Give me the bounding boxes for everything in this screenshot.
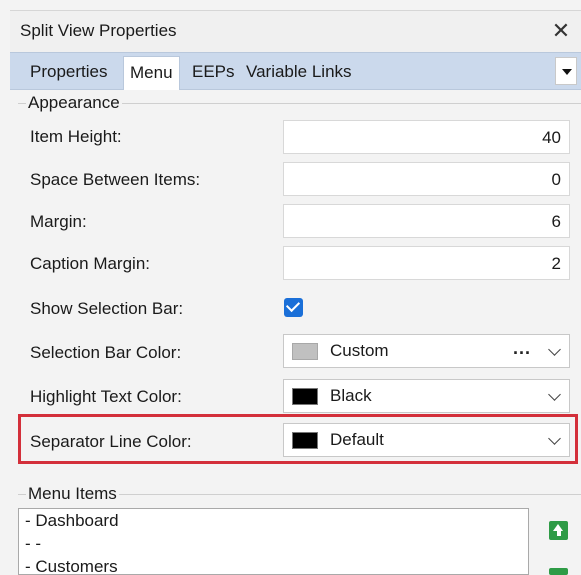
selection-bar-color-value: Custom (330, 341, 389, 360)
tab-variable-links[interactable]: Variable Links (246, 62, 352, 82)
list-item[interactable]: - Dashboard (19, 509, 528, 532)
show-selection-bar-label: Show Selection Bar: (30, 299, 184, 318)
tab-menu[interactable]: Menu (123, 56, 180, 90)
chevron-down-icon (548, 432, 561, 445)
more-options-icon[interactable]: ... (513, 338, 531, 359)
separator-line-color-select[interactable]: Default (283, 423, 570, 457)
dropdown-arrow-icon (562, 69, 572, 75)
menu-items-group-label: Menu Items (26, 484, 119, 504)
appearance-group-label: Appearance (26, 93, 122, 113)
list-item[interactable]: - Customers (19, 555, 528, 574)
show-selection-bar-checkbox[interactable] (284, 297, 303, 317)
color-swatch (292, 343, 318, 360)
list-item[interactable]: - - (19, 532, 528, 555)
item-height-input[interactable]: 40 (283, 120, 570, 154)
arrow-stem (556, 530, 561, 536)
caption-margin-label: Caption Margin: (30, 254, 151, 273)
caption-margin-input[interactable]: 2 (283, 246, 570, 280)
close-icon[interactable]: ✕ (547, 17, 575, 45)
move-up-button[interactable] (549, 521, 568, 540)
tab-properties[interactable]: Properties (30, 62, 107, 82)
highlight-text-color-select[interactable]: Black (283, 379, 570, 413)
tab-overflow-dropdown[interactable] (555, 57, 577, 85)
window-title: Split View Properties (20, 21, 177, 40)
color-swatch (292, 432, 318, 449)
separator-line-color-value: Default (330, 430, 384, 449)
item-height-label: Item Height: (30, 127, 122, 146)
checkmark-icon (285, 297, 301, 313)
menu-items-list[interactable]: - Dashboard - - - Customers (18, 508, 529, 575)
chevron-down-icon (548, 343, 561, 356)
color-swatch (292, 388, 318, 405)
split-view-properties-dialog: Split View Properties ✕ Properties Menu … (0, 0, 581, 575)
selection-bar-color-label: Selection Bar Color: (30, 343, 182, 362)
margin-input[interactable]: 6 (283, 204, 570, 238)
move-down-button[interactable] (549, 568, 568, 575)
highlight-text-color-value: Black (330, 386, 372, 405)
tab-bar: Properties Menu EEPs Variable Links (10, 52, 581, 90)
selection-bar-color-select[interactable]: Custom ... (283, 334, 570, 368)
space-between-items-label: Space Between Items: (30, 170, 201, 189)
chevron-down-icon (548, 388, 561, 401)
space-between-items-input[interactable]: 0 (283, 162, 570, 196)
highlight-text-color-label: Highlight Text Color: (30, 387, 182, 406)
separator-line-color-label: Separator Line Color: (30, 432, 192, 451)
tab-eeps[interactable]: EEPs (192, 62, 235, 82)
margin-label: Margin: (30, 212, 87, 231)
title-bar: Split View Properties ✕ (10, 10, 581, 52)
